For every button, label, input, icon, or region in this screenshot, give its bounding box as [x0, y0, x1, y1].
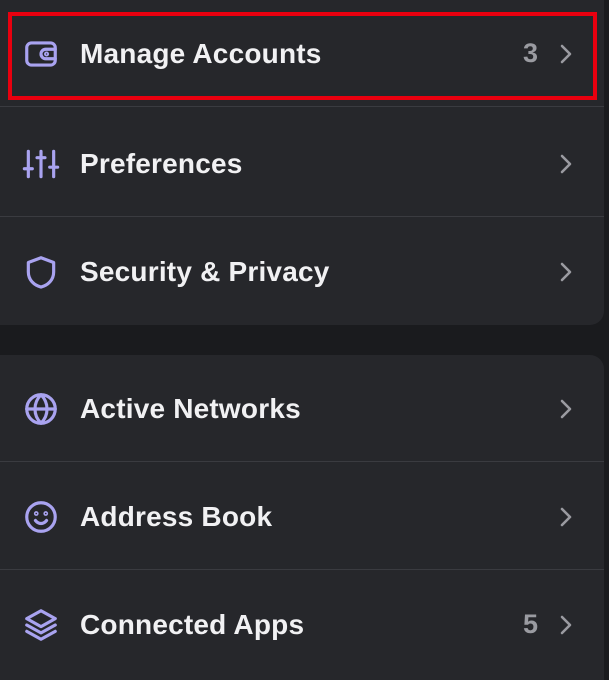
chevron-right-icon [556, 258, 576, 286]
chevron-right-icon [556, 611, 576, 639]
layers-icon [22, 606, 60, 644]
settings-page: Manage Accounts 3 Preferences Security &… [0, 0, 609, 680]
chevron-right-icon [556, 150, 576, 178]
menu-item-connected-apps[interactable]: Connected Apps 5 [0, 571, 604, 678]
menu-item-security-privacy[interactable]: Security & Privacy [0, 218, 604, 325]
menu-item-label: Active Networks [80, 392, 301, 424]
menu-item-label: Connected Apps [80, 608, 305, 640]
chevron-right-icon [556, 395, 576, 423]
menu-item-label: Address Book [80, 500, 273, 532]
smiley-icon [22, 498, 60, 536]
menu-item-active-networks[interactable]: Active Networks [0, 355, 604, 462]
apps-count-badge: 5 [522, 609, 538, 639]
settings-group-accounts: Manage Accounts 3 Preferences Security &… [0, 0, 604, 325]
menu-item-address-book[interactable]: Address Book [0, 463, 604, 570]
menu-item-preferences[interactable]: Preferences [0, 110, 604, 217]
accounts-count-badge: 3 [522, 38, 538, 68]
chevron-right-icon [556, 40, 576, 68]
wallet-icon [22, 35, 60, 73]
chevron-right-icon [556, 503, 576, 531]
globe-icon [22, 390, 60, 428]
menu-item-label: Security & Privacy [80, 255, 330, 287]
menu-item-label: Preferences [80, 147, 243, 179]
menu-item-label: Manage Accounts [80, 37, 322, 69]
menu-item-manage-accounts[interactable]: Manage Accounts 3 [0, 0, 604, 107]
shield-icon [22, 253, 60, 291]
settings-group-connections: Active Networks Address Book Connected A… [0, 355, 604, 680]
sliders-icon [22, 145, 60, 183]
